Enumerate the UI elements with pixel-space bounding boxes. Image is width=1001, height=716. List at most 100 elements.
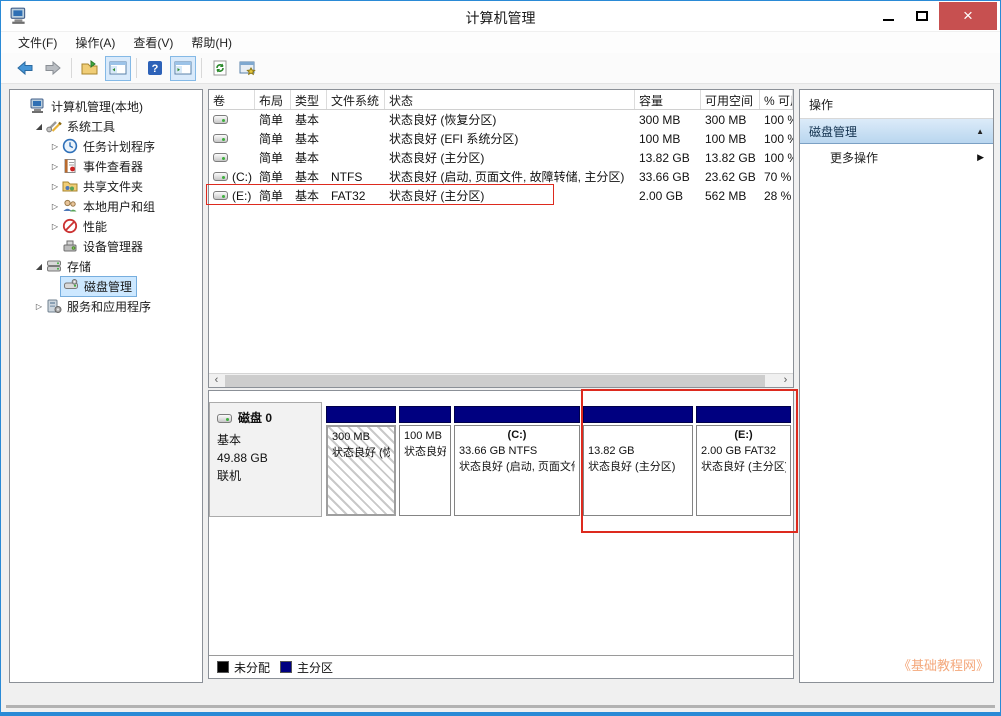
tree-item-computer-management[interactable]: 计算机管理(本地) [10,96,202,116]
column-header-type[interactable]: 类型 [291,90,327,109]
back-button[interactable] [12,56,38,81]
window-bottom-shade [6,705,995,708]
minimize-button[interactable] [871,2,905,30]
volume-type: 基本 [291,168,327,185]
disk-management-icon [63,278,79,294]
volume-row-e[interactable]: (E:) 简单 基本 FAT32 状态良好 (主分区) 2.00 GB 562 … [209,186,793,205]
tree-item-services-applications[interactable]: ▷ 服务和应用程序 [10,296,202,316]
volume-free: 300 MB [701,113,760,127]
volume-capacity: 2.00 GB [635,189,701,203]
volume-row[interactable]: 简单 基本 状态良好 (恢复分区) 300 MB 300 MB 100 % [209,110,793,129]
partition-status: 状态良好 (EFI 系统分区) [404,444,446,460]
actions-header: 操作 [800,90,993,119]
help-button[interactable]: ? [142,56,168,81]
volume-fs: NTFS [327,170,385,184]
column-header-layout[interactable]: 布局 [255,90,291,109]
partition-unlettered[interactable]: 13.82 GB 状态良好 (主分区) [583,406,693,516]
menu-view[interactable]: 查看(V) [124,31,182,54]
tree-item-system-tools[interactable]: ◢ 系统工具 [10,116,202,136]
tree-item-performance[interactable]: ▷ 性能 [10,216,202,236]
tree-item-event-viewer[interactable]: ▷ 事件查看器 [10,156,202,176]
menu-action[interactable]: 操作(A) [66,31,124,54]
tree-item-label: 本地用户和组 [83,198,155,215]
partition-band [454,406,580,423]
expander-icon[interactable]: ◢ [32,262,46,271]
volume-list-header: 卷 布局 类型 文件系统 状态 容量 可用空间 % 可用 [209,90,793,110]
partition-label: (C:) [459,428,575,443]
tree-item-label: 设备管理器 [83,238,143,255]
volume-icon [213,134,228,143]
scroll-right-icon[interactable]: › [778,374,793,387]
partition-e[interactable]: (E:) 2.00 GB FAT32 状态良好 (主分区) [696,406,791,516]
close-button[interactable]: × [939,2,997,30]
disk0-label-box[interactable]: 磁盘 0 基本 49.88 GB 联机 [209,402,322,517]
volume-row[interactable]: 简单 基本 状态良好 (EFI 系统分区) 100 MB 100 MB 100 … [209,129,793,148]
column-header-free-space[interactable]: 可用空间 [701,90,760,109]
partition-c[interactable]: (C:) 33.66 GB NTFS 状态良好 (启动, 页面文件, 故障转储,… [454,406,580,516]
tree-item-device-manager[interactable]: 设备管理器 [10,236,202,256]
volume-status: 状态良好 (主分区) [385,187,635,204]
volume-layout: 简单 [255,187,291,204]
toolbar-separator [136,58,137,78]
volume-icon [213,191,228,200]
horizontal-scrollbar[interactable]: ‹ › [209,373,793,387]
volume-status: 状态良好 (恢复分区) [385,111,635,128]
volume-name: (E:) [232,189,251,203]
scroll-left-icon[interactable]: ‹ [209,374,224,387]
volume-row-c[interactable]: (C:) 简单 基本 NTFS 状态良好 (启动, 页面文件, 故障转储, 主分… [209,167,793,186]
volume-capacity: 13.82 GB [635,151,701,165]
show-action-pane-button[interactable] [170,56,196,81]
expander-icon[interactable]: ▷ [48,162,62,171]
partition-efi[interactable]: 100 MB 状态良好 (EFI 系统分区) [399,406,451,516]
volume-pct: 28 % [760,189,793,203]
volume-type: 基本 [291,149,327,166]
menu-help[interactable]: 帮助(H) [182,31,241,54]
selected-tree-item[interactable]: 磁盘管理 [60,276,137,297]
more-actions-item[interactable]: 更多操作 ▶ [800,144,993,171]
watermark: 《基础教程网》 [898,655,989,674]
refresh-button[interactable] [207,56,233,81]
collapse-icon[interactable]: ▲ [976,127,984,136]
show-console-tree-button[interactable] [105,56,131,81]
expander-icon[interactable]: ▷ [48,222,62,231]
column-header-volume[interactable]: 卷 [209,90,255,109]
partition-band [696,406,791,423]
expander-icon[interactable]: ▷ [48,182,62,191]
toolbar-separator [71,58,72,78]
forward-button[interactable] [40,56,66,81]
legend-unallocated: 未分配 [217,659,270,676]
expander-icon[interactable]: ▷ [48,142,62,151]
actions-pane: 操作 磁盘管理 ▲ 更多操作 ▶ 《基础教程网》 [799,89,994,683]
tree-item-shared-folders[interactable]: ▷ 共享文件夹 [10,176,202,196]
expander-icon[interactable]: ▷ [32,302,46,311]
volume-row[interactable]: 简单 基本 状态良好 (主分区) 13.82 GB 13.82 GB 100 % [209,148,793,167]
maximize-button[interactable] [905,2,939,30]
submenu-arrow-icon: ▶ [977,152,984,163]
computer-icon [30,98,46,114]
disk-window-button[interactable] [235,56,261,81]
expander-icon[interactable]: ◢ [32,122,46,131]
help-icon: ? [147,60,163,76]
scrollbar-thumb[interactable] [225,375,765,387]
column-header-capacity[interactable]: 容量 [635,90,701,109]
volume-list-pane: 卷 布局 类型 文件系统 状态 容量 可用空间 % 可用 简单 基本 状态良好 … [208,89,794,388]
expander-icon[interactable]: ▷ [48,202,62,211]
disk-management-action-group[interactable]: 磁盘管理 ▲ [800,119,993,144]
export-button[interactable] [77,56,103,81]
forward-icon [44,60,62,76]
tree-item-disk-management[interactable]: 磁盘管理 [10,276,202,296]
column-header-status[interactable]: 状态 [385,90,635,109]
menu-file[interactable]: 文件(F) [9,31,66,54]
column-header-filesystem[interactable]: 文件系统 [327,90,385,109]
window-title: 计算机管理 [1,8,1000,28]
column-header-pct-free[interactable]: % 可用 [760,90,793,109]
tree-item-label: 计算机管理(本地) [51,98,143,115]
tree-item-storage[interactable]: ◢ 存储 [10,256,202,276]
volume-layout: 简单 [255,130,291,147]
partition-recovery[interactable]: 300 MB 状态良好 (恢复分区) [326,406,396,516]
legend-label: 主分区 [297,659,333,676]
volume-icon [213,153,228,162]
tree-item-task-scheduler[interactable]: ▷ 任务计划程序 [10,136,202,156]
tree-item-label: 磁盘管理 [84,278,132,295]
tree-item-local-users-groups[interactable]: ▷ 本地用户和组 [10,196,202,216]
